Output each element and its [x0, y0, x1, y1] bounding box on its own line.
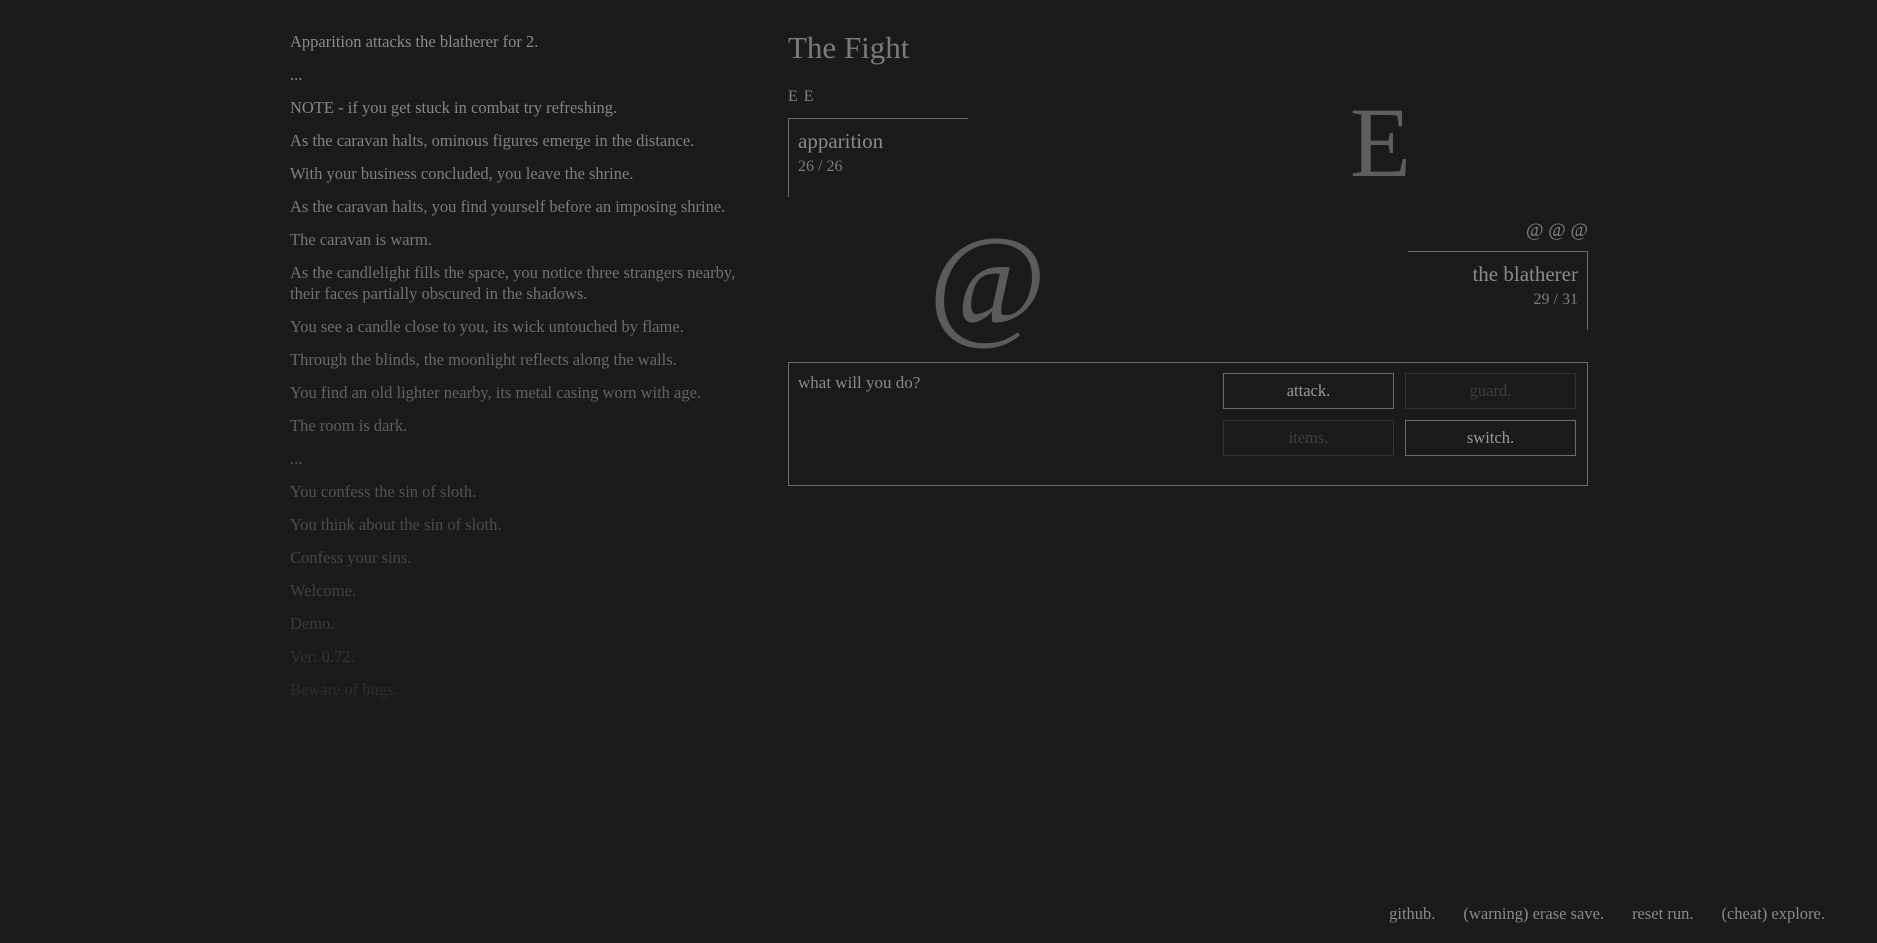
log-line: The caravan is warm.	[290, 230, 433, 249]
action-panel: what will you do? attack. guard. items. …	[788, 362, 1588, 486]
log-line: You find an old lighter nearby, its meta…	[290, 383, 702, 402]
enemy-party-indicator: @ @ @	[1526, 220, 1588, 241]
log-line: The room is dark.	[290, 416, 408, 435]
ally-name: apparition	[798, 129, 884, 153]
reset-run-link[interactable]: reset run.	[1632, 904, 1693, 924]
log-line: Demo.	[290, 614, 335, 633]
page-title: The Fight	[788, 30, 910, 65]
log-line: With your business concluded, you leave …	[290, 164, 634, 183]
log-line: You confess the sin of sloth.	[290, 482, 477, 501]
log-line: Confess your sins.	[290, 548, 412, 567]
log-line: NOTE - if you get stuck in combat try re…	[290, 98, 618, 117]
log-line: Ver: 0.72.	[290, 647, 355, 666]
log-line: You think about the sin of sloth.	[290, 515, 502, 534]
game-page: Apparition attacks the blatherer for 2..…	[0, 0, 1877, 943]
footer-links: github. (warning) erase save. reset run.…	[1389, 904, 1825, 924]
erase-save-link[interactable]: (warning) erase save.	[1463, 904, 1604, 924]
log-line: You see a candle close to you, its wick …	[290, 317, 684, 336]
enemy-name: the blatherer	[1472, 262, 1578, 286]
log-line: As the caravan halts, you find yourself …	[290, 197, 726, 216]
log-line: As the candlelight fills the space, you …	[290, 263, 736, 303]
ally-sprite: E	[1350, 87, 1412, 198]
ally-party-indicator: E E	[788, 88, 815, 105]
ally-status-card: apparition 26 / 26	[788, 118, 968, 197]
items-button[interactable]: items.	[1223, 420, 1394, 456]
guard-button[interactable]: guard.	[1405, 373, 1576, 409]
enemy-status-card: the blatherer 29 / 31	[1408, 251, 1588, 330]
log-line: Apparition attacks the blatherer for 2.	[290, 32, 539, 51]
ally-hp: 26 / 26	[798, 158, 843, 175]
switch-button[interactable]: switch.	[1405, 420, 1576, 456]
log-line: As the caravan halts, ominous figures em…	[290, 131, 695, 150]
attack-button[interactable]: attack.	[1223, 373, 1394, 409]
enemy-sprite: @	[928, 210, 1046, 352]
explore-link[interactable]: (cheat) explore.	[1721, 904, 1825, 924]
enemy-hp: 29 / 31	[1533, 291, 1578, 308]
message-log: Apparition attacks the blatherer for 2..…	[290, 28, 768, 709]
log-line: Beware of bugs.	[290, 680, 398, 699]
log-line: ...	[290, 65, 303, 84]
log-line: Welcome.	[290, 581, 357, 600]
log-line: ...	[290, 449, 303, 468]
action-prompt: what will you do?	[798, 373, 921, 392]
github-link[interactable]: github.	[1389, 904, 1435, 924]
log-line: Through the blinds, the moonlight reflec…	[290, 350, 677, 369]
